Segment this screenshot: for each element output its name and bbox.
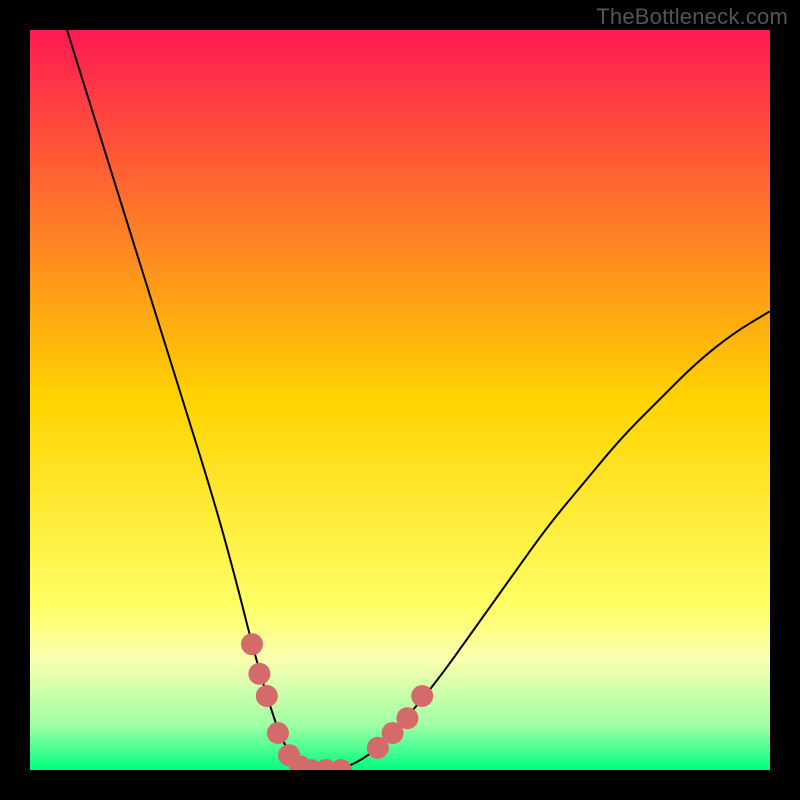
marker-dot [411,685,433,707]
bottleneck-chart [30,30,770,770]
marker-dot [256,685,278,707]
watermark-text: TheBottleneck.com [596,4,788,30]
plot-area [30,30,770,770]
marker-dot [248,663,270,685]
chart-frame: TheBottleneck.com [0,0,800,800]
marker-dot [241,633,263,655]
marker-dot [267,722,289,744]
marker-dot [396,707,418,729]
